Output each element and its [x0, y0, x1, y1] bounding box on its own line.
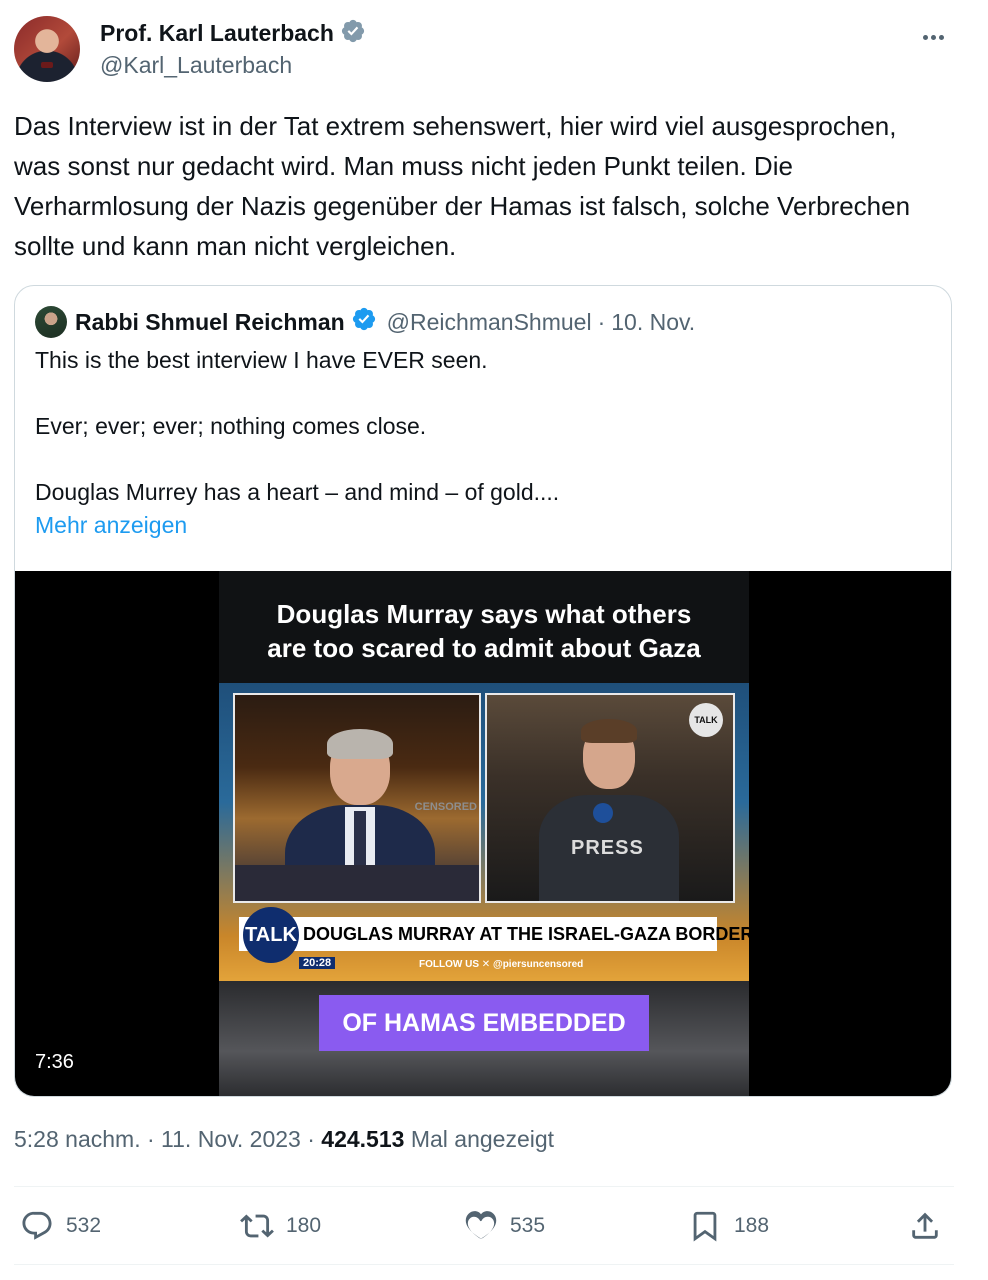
bookmark-count: 188	[734, 1214, 770, 1237]
author-name-row: Prof. Karl Lauterbach	[100, 18, 366, 49]
video-caption: OF HAMAS EMBEDDED	[319, 995, 649, 1051]
author-avatar[interactable]	[14, 16, 80, 82]
video-follow-text: FOLLOW US ✕ @piersuncensored	[419, 959, 584, 970]
like-count: 535	[510, 1214, 546, 1237]
quote-line: Douglas Murrey has a heart – and mind – …	[35, 479, 560, 505]
quote-body: This is the best interview I have EVER s…	[35, 344, 915, 542]
video-press-text: PRESS	[571, 837, 644, 859]
quoted-tweet[interactable]: Rabbi Shmuel Reichman @ReichmanShmuel · …	[14, 285, 952, 1097]
video-title-overlay: Douglas Murray says what others are too …	[219, 571, 749, 683]
quote-verified-badge-icon	[351, 306, 377, 338]
verified-badge-icon[interactable]	[340, 18, 366, 49]
tweet-text: Das Interview ist in der Tat extrem sehe…	[14, 111, 911, 261]
repost-count: 180	[286, 1214, 322, 1237]
quote-header: Rabbi Shmuel Reichman @ReichmanShmuel · …	[35, 306, 695, 338]
reply-icon	[22, 1211, 52, 1240]
video-title-line: Douglas Murray says what others	[276, 599, 692, 629]
video-right-panel: PRESS TALK	[485, 693, 735, 903]
video-scene: CENSORED PRESS TALK DOUGLAS MURRAY AT TH…	[219, 683, 749, 981]
views-label: Mal angezeigt	[404, 1126, 555, 1152]
quote-line: This is the best interview I have EVER s…	[35, 347, 488, 373]
video-left-panel: CENSORED	[233, 693, 481, 903]
video-player[interactable]: Douglas Murray says what others are too …	[15, 571, 951, 1096]
like-button[interactable]: 535	[464, 1200, 545, 1252]
heart-icon	[465, 1211, 497, 1240]
bookmark-icon	[693, 1211, 717, 1242]
repost-icon	[240, 1214, 274, 1238]
author-handle[interactable]: @Karl_Lauterbach	[100, 52, 292, 79]
action-bar: 532 180 535 188	[20, 1200, 950, 1252]
quote-author-handle: @ReichmanShmuel	[386, 308, 592, 335]
tweet-date[interactable]: 11. Nov. 2023	[161, 1126, 301, 1152]
divider	[14, 1186, 954, 1187]
video-duration: 7:36	[29, 1049, 80, 1076]
video-clock: 20:28	[299, 957, 336, 969]
video-channel-logo: TALK	[689, 703, 723, 737]
video-title-line: are too scared to admit about Gaza	[267, 633, 701, 663]
video-lower-third: DOUGLAS MURRAY AT THE ISRAEL-GAZA BORDER	[239, 917, 749, 951]
video-frame[interactable]: Douglas Murray says what others are too …	[219, 571, 749, 1096]
author-name[interactable]: Prof. Karl Lauterbach	[100, 20, 334, 47]
quote-author-avatar	[35, 306, 67, 338]
bookmark-button[interactable]: 188	[688, 1200, 769, 1252]
quote-separator: ·	[597, 308, 606, 335]
more-options-icon[interactable]	[916, 20, 950, 54]
tweet-header: Prof. Karl Lauterbach @Karl_Lauterbach	[14, 14, 974, 84]
tweet-meta: 5:28 nachm. · 11. Nov. 2023 · 424.513 Ma…	[14, 1126, 555, 1152]
quote-author-name: Rabbi Shmuel Reichman	[75, 308, 345, 335]
quote-line: Ever; ever; ever; nothing comes close.	[35, 413, 427, 439]
share-icon	[912, 1212, 938, 1239]
share-button[interactable]	[908, 1200, 942, 1252]
show-more-link[interactable]: Mehr anzeigen	[35, 509, 915, 542]
tweet-time[interactable]: 5:28 nachm.	[14, 1126, 141, 1152]
quote-date: 10. Nov.	[611, 308, 696, 335]
repost-button[interactable]: 180	[240, 1200, 321, 1252]
video-censored-sign: CENSORED	[414, 801, 477, 813]
view-count: 424.513	[321, 1126, 405, 1152]
reply-button[interactable]: 532	[20, 1200, 101, 1252]
divider	[14, 1264, 954, 1265]
reply-count: 532	[66, 1214, 102, 1237]
talk-tv-badge: TALK	[243, 907, 299, 963]
